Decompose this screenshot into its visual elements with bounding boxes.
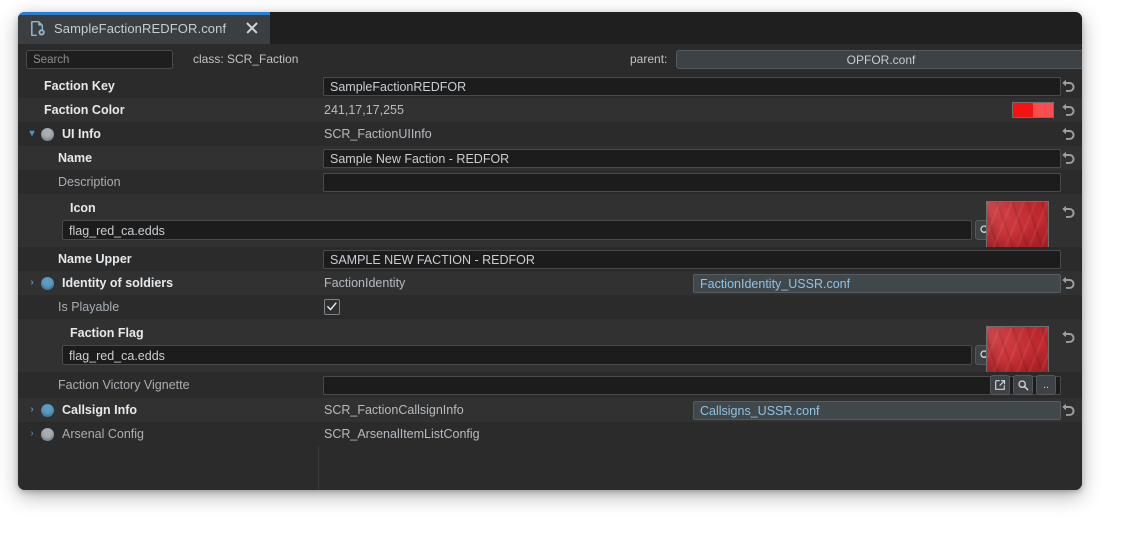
search-input[interactable]: Search	[26, 49, 173, 69]
property-label-container: › Identity of soldiers	[18, 276, 318, 290]
property-value: FactionIdentity FactionIdentity_USSR.con…	[318, 273, 1082, 293]
faction-color-value: 241,17,17,255	[324, 103, 404, 117]
asset-block-faction-flag: Faction Flag flag_red_ca.edds ..	[18, 319, 1082, 389]
property-row-description[interactable]: Description	[18, 170, 1082, 194]
vignette-open-external-button[interactable]	[990, 375, 1010, 395]
color-swatch-left	[1013, 103, 1033, 117]
vignette-buttons: ..	[987, 375, 1056, 395]
node-dot-icon	[41, 276, 54, 290]
chevron-right-icon[interactable]: ›	[26, 277, 38, 289]
parent-label: parent:	[630, 52, 668, 66]
color-swatch-right	[1033, 103, 1053, 117]
tab-label: SampleFactionREDFOR.conf	[54, 20, 227, 36]
property-value: SCR_FactionCallsignInfo Callsigns_USSR.c…	[318, 400, 1082, 420]
revert-icon[interactable]	[1061, 126, 1077, 142]
node-dot-icon	[41, 127, 54, 141]
property-label-container: › Arsenal Config	[18, 427, 318, 441]
property-value: SCR_ArsenalItemListConfig	[318, 427, 1082, 441]
asset-title: Icon	[70, 201, 96, 215]
revert-icon[interactable]	[1061, 402, 1077, 418]
check-icon	[327, 302, 337, 311]
property-value: ..	[318, 375, 1082, 395]
is-playable-checkbox[interactable]	[324, 299, 340, 315]
tab-strip: SampleFactionREDFOR.conf	[18, 12, 1082, 44]
magnifier-icon	[1018, 380, 1029, 391]
icon-path-input[interactable]: flag_red_ca.edds	[62, 220, 972, 240]
revert-icon[interactable]	[1061, 329, 1077, 345]
victory-vignette-input[interactable]	[323, 375, 1061, 395]
property-row-identity-of-soldiers[interactable]: › Identity of soldiers FactionIdentity F…	[18, 271, 1082, 295]
open-external-icon	[995, 380, 1006, 390]
property-row-name-upper[interactable]: Name Upper SAMPLE NEW FACTION - REDFOR	[18, 247, 1082, 271]
property-label: Callsign Info	[62, 403, 137, 417]
property-label-container: ▾ UI Info	[18, 127, 318, 141]
property-label-container: › Callsign Info	[18, 403, 318, 417]
property-label: Name	[58, 151, 93, 165]
property-label: Faction Victory Vignette	[58, 378, 190, 392]
property-value: SAMPLE NEW FACTION - REDFOR	[318, 249, 1082, 269]
property-label: Is Playable	[58, 300, 120, 314]
description-input[interactable]	[323, 172, 1061, 192]
arsenal-config-type-value: SCR_ArsenalItemListConfig	[324, 427, 480, 441]
identity-reference-field[interactable]: FactionIdentity_USSR.conf	[693, 273, 1061, 293]
vignette-search-button[interactable]	[1013, 375, 1033, 395]
property-value: Sample New Faction - REDFOR	[318, 148, 1082, 168]
revert-icon[interactable]	[1061, 275, 1077, 291]
revert-icon[interactable]	[1061, 204, 1077, 220]
asset-block-icon: Icon flag_red_ca.edds ..	[18, 194, 1082, 264]
property-row-is-playable[interactable]: Is Playable	[18, 295, 1082, 319]
chevron-right-icon[interactable]: ›	[26, 428, 38, 440]
property-row-arsenal-config[interactable]: › Arsenal Config SCR_ArsenalItemListConf…	[18, 422, 1082, 446]
chevron-down-icon[interactable]: ▾	[26, 128, 38, 140]
screen-root: SampleFactionREDFOR.conf Search class: S…	[0, 0, 1129, 534]
property-label: Faction Key	[44, 79, 115, 93]
faction-key-input[interactable]: SampleFactionREDFOR	[323, 76, 1061, 96]
callsign-reference-field[interactable]: Callsigns_USSR.conf	[693, 400, 1061, 420]
property-label: Description	[58, 175, 121, 189]
revert-icon[interactable]	[1061, 78, 1077, 94]
property-list: Faction Key SampleFactionREDFOR Faction …	[18, 74, 1082, 490]
property-label: Identity of soldiers	[62, 276, 174, 290]
file-gear-icon	[31, 20, 45, 36]
revert-icon[interactable]	[1061, 150, 1077, 166]
property-value: SampleFactionREDFOR	[318, 76, 1082, 96]
name-input[interactable]: Sample New Faction - REDFOR	[323, 148, 1061, 168]
property-label: Name Upper	[58, 252, 132, 266]
close-icon[interactable]	[244, 20, 260, 36]
tab-sample-faction-redfor[interactable]: SampleFactionREDFOR.conf	[18, 12, 271, 44]
property-row-ui-info[interactable]: ▾ UI Info SCR_FactionUIInfo	[18, 122, 1082, 146]
toolbar: Search class: SCR_Faction parent: OPFOR.…	[18, 44, 1082, 74]
ui-info-value: SCR_FactionUIInfo	[324, 127, 432, 141]
asset-row: flag_red_ca.edds ..	[18, 220, 1082, 240]
property-value	[318, 172, 1082, 192]
chevron-right-icon[interactable]: ›	[26, 404, 38, 416]
callsign-info-type-value: SCR_FactionCallsignInfo	[324, 403, 464, 417]
property-label: Faction Color	[44, 103, 125, 117]
property-value	[318, 299, 1082, 315]
node-dot-icon	[41, 403, 54, 417]
name-upper-input[interactable]: SAMPLE NEW FACTION - REDFOR	[323, 249, 1061, 269]
identity-type-value: FactionIdentity	[324, 276, 406, 290]
property-row-name[interactable]: Name Sample New Faction - REDFOR	[18, 146, 1082, 170]
property-label: Arsenal Config	[62, 427, 144, 441]
parent-field[interactable]: OPFOR.conf	[676, 49, 1082, 69]
faction-flag-path-input[interactable]: flag_red_ca.edds	[62, 345, 972, 365]
property-row-faction-color[interactable]: Faction Color 241,17,17,255	[18, 98, 1082, 122]
vignette-browse-button[interactable]: ..	[1036, 375, 1056, 395]
revert-icon[interactable]	[1061, 102, 1077, 118]
property-row-faction-victory-vignette[interactable]: Faction Victory Vignette ..	[18, 372, 1082, 398]
property-row-callsign-info[interactable]: › Callsign Info SCR_FactionCallsignInfo …	[18, 398, 1082, 422]
class-label: class: SCR_Faction	[193, 52, 299, 66]
property-row-faction-key[interactable]: Faction Key SampleFactionREDFOR	[18, 74, 1082, 98]
property-label: UI Info	[62, 127, 101, 141]
asset-row: flag_red_ca.edds ..	[18, 345, 1082, 365]
color-swatch[interactable]	[1012, 102, 1054, 118]
node-dot-icon	[41, 427, 54, 441]
property-value: SCR_FactionUIInfo	[318, 127, 1082, 141]
editor-window: SampleFactionREDFOR.conf Search class: S…	[18, 12, 1082, 490]
property-value: 241,17,17,255	[318, 102, 1082, 118]
asset-title: Faction Flag	[70, 326, 144, 340]
